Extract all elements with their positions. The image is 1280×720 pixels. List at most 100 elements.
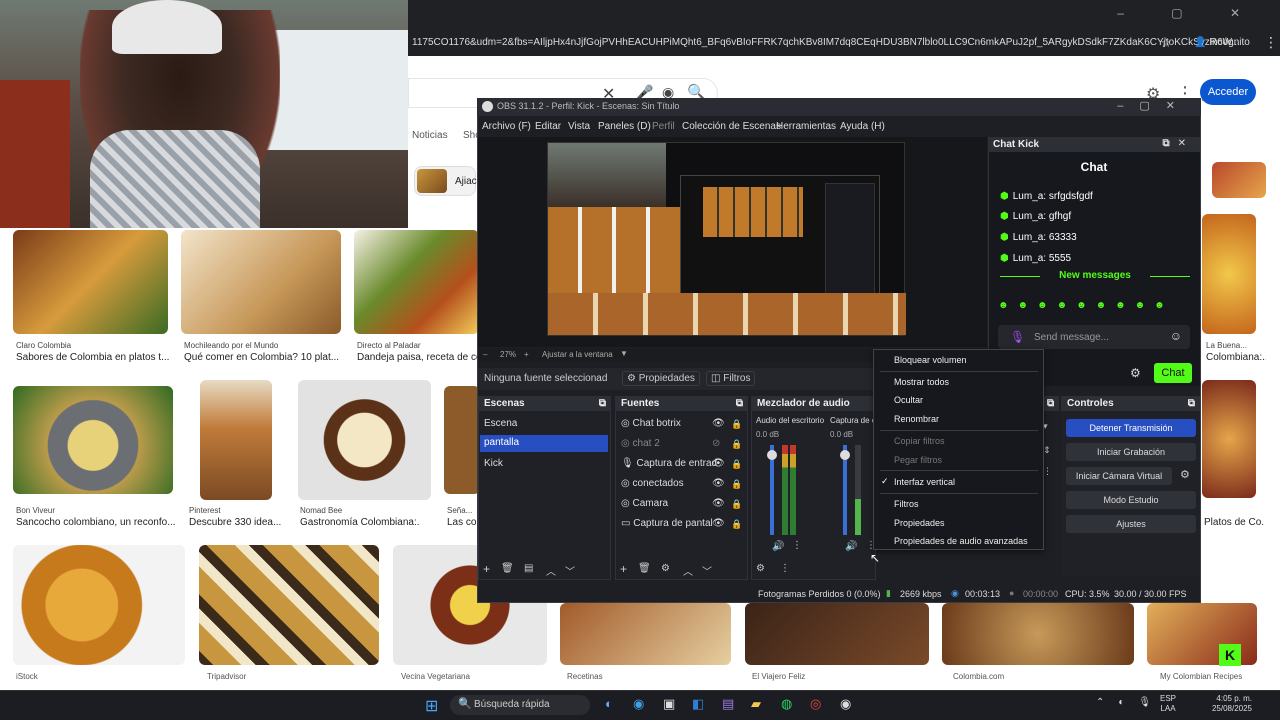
chevron-down-icon[interactable]: ▼ — [620, 349, 628, 358]
result-title[interactable]: Platos de Co... — [1204, 517, 1264, 528]
zoom-minus-button[interactable]: – — [483, 350, 487, 359]
menu-ayuda[interactable]: Ayuda (H) — [840, 121, 885, 132]
window-controls[interactable]: – ▢ ✕ — [1117, 6, 1262, 20]
speaker-icon[interactable]: 🔊 — [845, 541, 857, 552]
lock-icon[interactable]: 🔒 — [731, 419, 742, 430]
result-title[interactable]: Qué comer en Colombia? 10 plat... — [184, 352, 344, 363]
menu-item-properties[interactable]: Propiedades — [894, 518, 945, 528]
new-messages-divider[interactable]: New messages — [1000, 270, 1190, 281]
lock-icon[interactable]: 🔒 — [731, 459, 742, 470]
virtual-camera-gear-icon[interactable]: ⚙ — [1180, 468, 1190, 481]
fit-window-label[interactable]: Ajustar a la ventana — [542, 350, 613, 359]
lock-icon[interactable]: 🔒 — [731, 519, 742, 530]
source-item[interactable]: ◎ conectados — [621, 478, 684, 489]
transition-menu-icon[interactable]: ⋮ — [1043, 466, 1052, 477]
chat-send-button[interactable]: Chat — [1154, 363, 1192, 383]
result-image[interactable] — [560, 603, 731, 665]
move-down-button[interactable]: ﹀ — [565, 563, 575, 578]
scene-item[interactable]: Escena — [480, 416, 608, 433]
folder-icon[interactable]: ▰ — [751, 696, 761, 712]
remove-scene-button[interactable]: 🗑 — [501, 563, 514, 574]
menu-item-advanced-audio[interactable]: Propiedades de audio avanzadas — [894, 536, 1028, 546]
zoom-plus-button[interactable]: + — [524, 350, 529, 359]
address-bar[interactable]: 1175CO1176&udm=2&fbs=AIljpHx4nJjfGojPVHh… — [408, 30, 1280, 56]
filter-chip-thumb[interactable] — [1212, 162, 1266, 198]
studio-mode-button[interactable]: Modo Estudio — [1066, 491, 1196, 509]
jw-icon[interactable]: ▤ — [722, 696, 734, 712]
result-title[interactable]: Las co... — [447, 517, 477, 528]
taskbar-search[interactable]: 🔍 Búsqueda rápida — [450, 695, 590, 715]
result-image[interactable] — [199, 545, 379, 665]
result-image[interactable] — [298, 380, 431, 500]
scene-item-selected[interactable]: pantalla — [480, 435, 608, 452]
menu-editar[interactable]: Editar — [535, 121, 561, 132]
preview-canvas[interactable] — [547, 142, 906, 336]
transition-spin-icon[interactable]: ⇕ — [1043, 445, 1051, 456]
result-image[interactable] — [13, 230, 168, 334]
undock-icon[interactable]: ⧉ — [599, 398, 606, 409]
source-item[interactable]: ◎ chat 2 — [621, 438, 660, 449]
undock-icon[interactable]: ⧉ — [1188, 398, 1195, 409]
stop-stream-button[interactable]: Detener Transmisión — [1066, 419, 1196, 437]
browser-menu-icon[interactable]: ⋮ — [1264, 34, 1278, 51]
undock-icon[interactable]: ⧉ — [736, 398, 743, 409]
chat-input[interactable]: 🎙 Send message... ☺ — [998, 325, 1190, 349]
url-text[interactable]: 1175CO1176&udm=2&fbs=AIljpHx4nJjfGojPVHh… — [412, 37, 1240, 48]
menu-item-filters[interactable]: Filtros — [894, 499, 919, 509]
result-image[interactable] — [942, 603, 1134, 665]
volume-slider-handle[interactable] — [767, 450, 777, 460]
menu-perfil[interactable]: Perfil — [652, 121, 675, 132]
emoji-icon[interactable]: ☺ — [1170, 329, 1182, 343]
filter-chip-ajiaco[interactable]: Ajiaco — [414, 166, 482, 196]
eye-icon[interactable]: 👁 — [712, 418, 725, 429]
copilot-icon[interactable]: ◐ — [605, 696, 613, 711]
menu-item-rename[interactable]: Renombrar — [894, 414, 939, 424]
source-settings-button[interactable]: ⚙ — [661, 563, 670, 574]
move-up-button[interactable]: ︿ — [546, 563, 556, 578]
obs-window-controls[interactable]: –▢✕ — [1117, 99, 1191, 112]
emote-bar[interactable]: ☻☻☻☻☻☻☻☻☻ — [998, 300, 1188, 311]
settings-button[interactable]: Ajustes — [1066, 515, 1196, 533]
properties-button[interactable]: ⚙ Propiedades — [622, 371, 700, 386]
chrome-icon[interactable]: ◎ — [810, 696, 821, 712]
result-title[interactable]: Sancocho colombiano, un reconfo... — [16, 517, 176, 528]
eye-icon[interactable]: 👁 — [712, 458, 725, 469]
speaker-icon[interactable]: 🔊 — [772, 541, 784, 552]
add-source-button[interactable]: + — [620, 562, 627, 576]
chat-panel-controls[interactable]: ⧉✕ — [1162, 138, 1194, 149]
menu-item-hide[interactable]: Ocultar — [894, 395, 923, 405]
source-item[interactable]: ▭ Captura de pantal — [621, 518, 713, 529]
store-icon[interactable]: ▣ — [663, 696, 675, 712]
obs-taskbar-icon[interactable]: ◉ — [840, 696, 851, 712]
menu-paneles[interactable]: Paneles (D) — [598, 121, 651, 132]
lock-icon[interactable]: 🔒 — [731, 479, 742, 490]
result-title[interactable]: Descubre 330 idea... — [189, 517, 289, 528]
bookmark-star-icon[interactable]: ☆ — [1160, 35, 1172, 51]
move-down-button[interactable]: ﹀ — [702, 563, 712, 578]
result-image[interactable] — [13, 386, 173, 494]
result-title[interactable]: Colombiana:... — [1206, 352, 1266, 363]
tab-news[interactable]: Noticias — [412, 130, 448, 141]
mic-icon[interactable]: 🎙 — [1010, 330, 1025, 344]
edge-icon[interactable]: ◉ — [633, 696, 644, 712]
system-tray[interactable]: ⌃◐🎙 — [1096, 697, 1165, 708]
menu-item-lock-volume[interactable]: Bloquear volumen — [894, 355, 967, 365]
result-image[interactable] — [745, 603, 929, 665]
mixer-settings-button[interactable]: ⚙ — [756, 563, 765, 574]
scene-item[interactable]: Kick — [480, 456, 608, 473]
result-title[interactable]: Dandeja paisa, receta de co... — [357, 352, 477, 363]
whatsapp-icon[interactable]: ◍ — [781, 696, 792, 712]
lock-icon[interactable]: 🔒 — [731, 439, 742, 450]
result-image[interactable] — [1202, 214, 1256, 334]
clock[interactable]: 4:05 p. m. 25/08/2025 — [1196, 694, 1252, 714]
result-image[interactable] — [13, 545, 185, 665]
eye-icon[interactable]: 👁 — [712, 518, 725, 529]
mixer-menu-button[interactable]: ⋮ — [780, 563, 790, 574]
volume-slider-handle[interactable] — [840, 450, 850, 460]
result-image[interactable] — [354, 230, 479, 334]
result-image[interactable] — [181, 230, 341, 334]
source-item[interactable]: ◎ Camara — [621, 498, 668, 509]
add-scene-button[interactable]: + — [483, 562, 490, 576]
menu-archivo[interactable]: Archivo (F) — [482, 121, 531, 132]
menu-vista[interactable]: Vista — [568, 121, 590, 132]
